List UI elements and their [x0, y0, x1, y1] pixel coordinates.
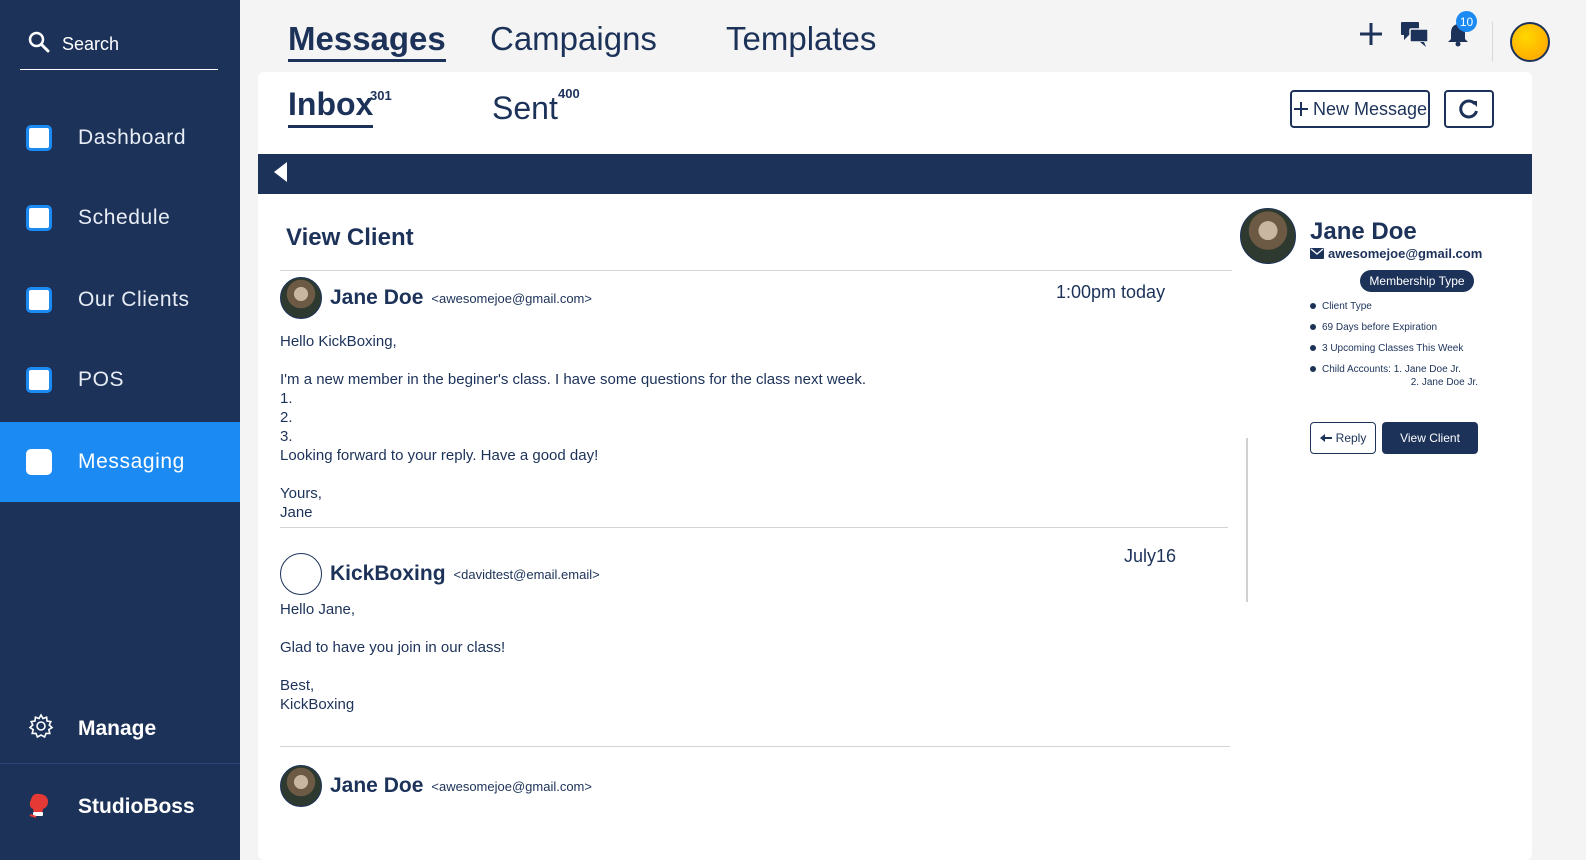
- messages-card: Inbox 301 Sent 400 New Message View Clie…: [258, 72, 1532, 860]
- sender-email: <davidtest@email.email>: [453, 566, 600, 582]
- scrollbar[interactable]: [1246, 438, 1248, 602]
- plus-icon: [1293, 102, 1308, 116]
- sidebar-item-label: Messaging: [78, 450, 185, 473]
- sidebar-item-messaging[interactable]: Messaging: [0, 422, 240, 502]
- message-time: 1:00pm today: [1056, 282, 1166, 302]
- message-item[interactable]: Jane Doe <awesomejoe@gmail.com>: [280, 764, 1230, 808]
- detail-item: Child Accounts: 1. Jane Doe Jr. 2. Jane …: [1310, 363, 1478, 389]
- sidebar: Search Dashboard Schedule Our Clients PO…: [0, 0, 240, 860]
- inbox-count: 301: [370, 88, 392, 103]
- sender-name: KickBoxing: [330, 562, 446, 585]
- client-email-row: awesomejoe@gmail.com: [1310, 246, 1482, 261]
- user-avatar[interactable]: [1510, 22, 1550, 62]
- sent-count: 400: [558, 86, 580, 101]
- avatar: [280, 553, 322, 595]
- divider: [280, 527, 1228, 528]
- top-nav: Messages Campaigns Templates 10: [240, 0, 1586, 76]
- reply-label: Reply: [1335, 431, 1367, 445]
- notifications-button[interactable]: 10: [1446, 11, 1477, 52]
- detail-item: 69 Days before Expiration: [1310, 321, 1478, 334]
- sidebar-item-dashboard[interactable]: Dashboard: [0, 98, 240, 178]
- sidebar-item-label: Our Clients: [78, 288, 190, 311]
- tab-campaigns[interactable]: Campaigns: [490, 20, 657, 58]
- plus-icon[interactable]: [1358, 21, 1384, 52]
- sender-email: <awesomejoe@gmail.com>: [431, 290, 592, 306]
- sidebar-item-schedule[interactable]: Schedule: [0, 178, 240, 258]
- checkbox-icon: [26, 449, 52, 475]
- search-label: Search: [62, 34, 120, 54]
- checkbox-icon: [26, 125, 52, 151]
- checkbox-icon: [26, 205, 52, 231]
- reply-button[interactable]: Reply: [1310, 422, 1376, 454]
- sidebar-item-label: POS: [78, 368, 125, 391]
- new-message-label: New Message: [1312, 98, 1428, 119]
- new-message-button[interactable]: New Message: [1290, 90, 1430, 128]
- client-name: Jane Doe: [1310, 218, 1417, 245]
- divider: [1492, 22, 1493, 62]
- sender-name: Jane Doe: [330, 774, 424, 797]
- sidebar-item-label: Dashboard: [78, 126, 187, 149]
- back-arrow-icon[interactable]: [272, 161, 288, 188]
- brand: StudioBoss: [0, 772, 240, 842]
- search-icon: [28, 31, 50, 58]
- manage-label: Manage: [78, 716, 157, 740]
- search-box[interactable]: Search: [20, 20, 218, 70]
- tab-messages[interactable]: Messages: [288, 20, 446, 62]
- avatar: [280, 765, 322, 807]
- client-avatar: [1240, 208, 1296, 264]
- tab-templates[interactable]: Templates: [726, 20, 876, 58]
- checkbox-icon: [26, 287, 52, 313]
- message-body: Hello Jane, Glad to have you join in our…: [280, 601, 506, 713]
- message-item[interactable]: KickBoxing <davidtest@email.email> Hello…: [280, 552, 1230, 714]
- sender-name: Jane Doe: [330, 286, 424, 309]
- sidebar-item-our-clients[interactable]: Our Clients: [0, 260, 240, 340]
- envelope-icon: [1310, 248, 1324, 259]
- chat-icon[interactable]: [1400, 20, 1430, 53]
- divider: [280, 270, 1232, 271]
- checkbox-icon: [26, 367, 52, 393]
- detail-item: 3 Upcoming Classes This Week: [1310, 342, 1478, 355]
- message-body: Hello KickBoxing, I'm a new member in th…: [280, 333, 867, 521]
- tab-inbox[interactable]: Inbox: [288, 86, 374, 128]
- membership-badge: Membership Type: [1360, 270, 1474, 292]
- sender-email: <awesomejoe@gmail.com>: [431, 778, 592, 794]
- reply-arrow-icon: [1319, 434, 1332, 442]
- page-title: View Client: [286, 224, 414, 251]
- detail-item: Client Type: [1310, 300, 1478, 313]
- manage-button[interactable]: Manage: [0, 694, 240, 764]
- boxing-glove-icon: [26, 791, 54, 824]
- message-time: July16: [1124, 546, 1177, 566]
- avatar: [280, 277, 322, 319]
- message-item[interactable]: Jane Doe <awesomejoe@gmail.com> Hello Ki…: [280, 276, 1230, 522]
- client-details: Client Type 69 Days before Expiration 3 …: [1310, 300, 1478, 397]
- view-client-button[interactable]: View Client: [1382, 422, 1478, 454]
- client-email: awesomejoe@gmail.com: [1328, 246, 1483, 261]
- refresh-icon: [1459, 99, 1478, 119]
- navigation-bar: [258, 154, 1532, 194]
- divider: [280, 746, 1230, 747]
- sidebar-item-pos[interactable]: POS: [0, 340, 240, 420]
- gear-icon: [28, 713, 54, 744]
- sidebar-item-label: Schedule: [78, 206, 171, 229]
- notification-badge: 10: [1456, 11, 1477, 32]
- tab-sent[interactable]: Sent: [492, 90, 558, 127]
- brand-name: StudioBoss: [78, 795, 195, 818]
- refresh-button[interactable]: [1444, 90, 1494, 128]
- top-icons: 10: [1358, 11, 1477, 53]
